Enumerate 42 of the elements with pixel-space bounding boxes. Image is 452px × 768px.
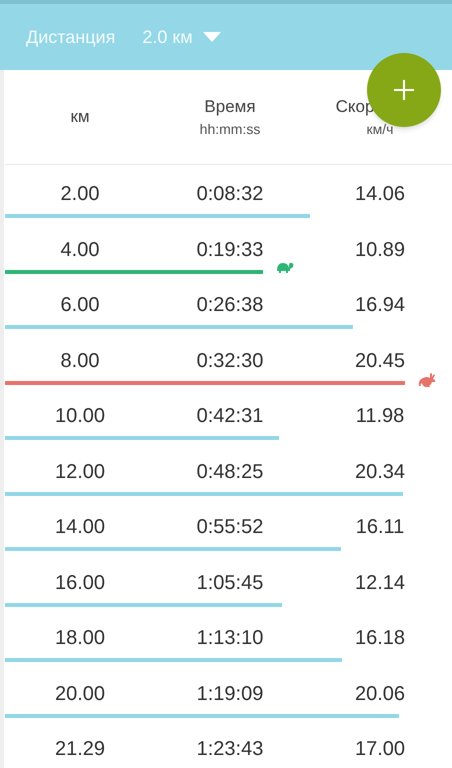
distance-cell-text: 21.29: [54, 737, 106, 761]
speed-cell-text: 20.45: [354, 348, 406, 372]
speed-cell-text: 11.98: [354, 404, 406, 428]
speed-cell-text: 16.11: [354, 515, 406, 539]
distance-cell-text: 12.00: [54, 460, 106, 484]
time-cell-text: 1:05:45: [196, 570, 264, 594]
distance-cell-text: 6.00: [60, 293, 100, 317]
distance-dropdown[interactable]: 2.0 км: [142, 24, 221, 50]
time-cell-text: 0:19:33: [196, 238, 264, 262]
caret-icon: [202, 32, 221, 42]
column-title: км: [70, 106, 90, 128]
speed-cell-text: 14.06: [354, 182, 406, 206]
time-cell-text: 1:23:43: [196, 737, 264, 761]
distance-cell-text: 8.00: [60, 348, 100, 372]
column-title: Время: [204, 96, 256, 118]
time-cell-text: 0:08:32: [196, 182, 264, 206]
time-cell-text: 0:55:52: [196, 515, 264, 539]
rabbit-icon: [417, 372, 437, 388]
time-cell-text: 1:19:09: [196, 682, 264, 706]
speed-cell-text: 17.00: [354, 737, 406, 761]
time-cell-text: 1:13:10: [196, 626, 264, 650]
distance-cell-text: 10.00: [54, 404, 106, 428]
time-cell-text: 0:26:38: [196, 293, 264, 317]
speed-cell-text: 20.06: [354, 682, 406, 706]
time-cell-text: 0:42:31: [196, 404, 264, 428]
speed-cell-text: 16.94: [354, 293, 406, 317]
distance-cell-text: 4.00: [60, 238, 100, 262]
toolbar-label: Дистанция: [26, 26, 116, 49]
speed-cell-text: 12.14: [354, 570, 406, 594]
distance-cell-text: 20.00: [54, 682, 106, 706]
speed-cell-text: 10.89: [354, 238, 406, 262]
distance-cell-text: 18.00: [54, 626, 106, 650]
time-cell-text: 0:32:30: [196, 348, 264, 372]
time-cell-text: 0:48:25: [196, 460, 264, 484]
column-unit: hh:mm:ss: [200, 120, 260, 140]
distance-cell-text: 2.00: [60, 182, 100, 206]
speed-cell-text: 16.18: [354, 626, 406, 650]
speed-cell-text: 20.34: [354, 460, 406, 484]
distance-cell-text: 14.00: [54, 515, 106, 539]
plus-icon: [393, 79, 415, 101]
column-unit: км/ч: [366, 120, 394, 140]
distance-cell-text: 16.00: [54, 570, 106, 594]
